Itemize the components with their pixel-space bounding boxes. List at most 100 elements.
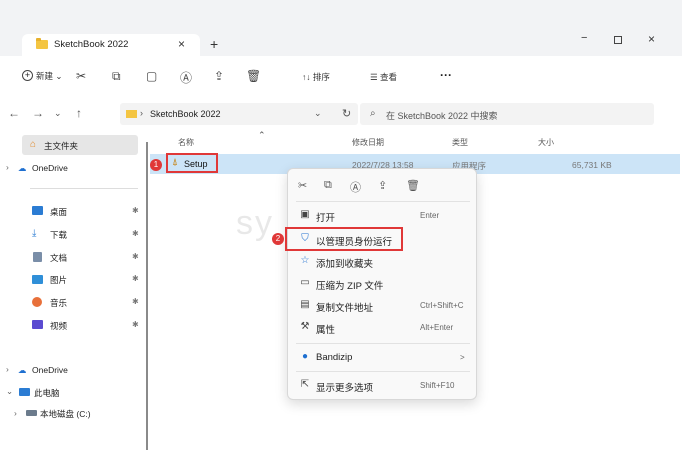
menu-item-show-more[interactable]: ⇱ 显示更多选项 Shift+F10 (288, 375, 478, 397)
menu-shortcut: Ctrl+Shift+C (420, 301, 464, 310)
tab-close-icon[interactable]: × (178, 37, 185, 51)
sidebar-item-local-disk[interactable]: 本地磁盘 (C:) (40, 408, 91, 420)
divider (30, 188, 138, 189)
sidebar-item-label: 图片 (50, 275, 68, 285)
menu-item-label: 压缩为 ZIP 文件 (316, 281, 384, 292)
rename-icon[interactable]: Ⓐ (350, 179, 361, 195)
menu-item-properties[interactable]: ⚒ 属性 Alt+Enter (288, 317, 478, 339)
pin-icon: ✱ (132, 206, 139, 215)
sidebar-item-onedrive[interactable]: OneDrive (32, 365, 68, 375)
menu-item-open[interactable]: ▣ 打开 Enter (288, 205, 478, 227)
share-icon[interactable]: ⇪ (214, 69, 224, 83)
paste-icon[interactable]: ▢ (146, 69, 157, 83)
picture-icon (32, 275, 43, 284)
pin-icon: ✱ (132, 297, 139, 306)
sidebar-item-this-pc[interactable]: 此电脑 (34, 387, 60, 399)
new-button[interactable]: 新建 ⌄ (36, 70, 63, 82)
column-header-name[interactable]: 名称 (178, 137, 194, 148)
expand-chevron-icon[interactable]: › (14, 408, 17, 418)
divider (296, 371, 470, 372)
pin-icon: ✱ (132, 229, 139, 238)
file-size: 65,731 KB (572, 160, 612, 170)
wrench-icon: ⚒ (300, 321, 310, 332)
copy-icon[interactable]: ⧉ (112, 69, 121, 84)
sidebar-item-label: 主文件夹 (44, 141, 79, 151)
home-icon: ⌂ (30, 139, 37, 150)
collapse-chevron-icon[interactable]: ⌄ (6, 386, 13, 397)
forward-icon[interactable]: → (32, 106, 44, 120)
refresh-icon[interactable]: ↻ (342, 107, 351, 120)
open-icon: ▣ (300, 209, 310, 220)
menu-item-label: 打开 (316, 213, 336, 224)
divider (296, 343, 470, 344)
pin-icon: ✱ (132, 274, 139, 283)
title-bar: SketchBook 2022 × + − × (0, 0, 682, 56)
folder-icon (126, 110, 137, 118)
back-icon[interactable]: ← (8, 106, 20, 120)
column-header-type[interactable]: 类型 (452, 137, 468, 148)
command-bar: + 新建 ⌄ ✂ ⧉ ▢ Ⓐ ⇪ 🗑 ↑↓ 排序 ☰ 查看 ··· (0, 56, 682, 100)
navigation-pane: ⌂ 主文件夹 › ☁ OneDrive 桌面 ✱ ⤓ 下载 ✱ 文档 ✱ 图片 … (0, 132, 148, 450)
more-options-button[interactable]: ··· (440, 68, 452, 82)
submenu-chevron-icon: > (460, 353, 465, 362)
address-bar[interactable]: › SketchBook 2022 ⌄ ↻ (120, 103, 358, 125)
maximize-button[interactable] (614, 36, 622, 44)
delete-icon[interactable]: 🗑 (246, 69, 261, 83)
pin-icon: ✱ (132, 320, 139, 329)
menu-shortcut: Alt+Enter (420, 323, 454, 332)
menu-item-compress-zip[interactable]: ▭ 压缩为 ZIP 文件 (288, 273, 478, 295)
sidebar-item-onedrive-top[interactable]: OneDrive (32, 163, 68, 173)
new-icon: + (22, 70, 33, 81)
delete-icon[interactable]: 🗑 (406, 179, 420, 192)
copy-icon[interactable]: ⧉ (324, 179, 332, 192)
sort-button[interactable]: ↑↓ 排序 (302, 71, 330, 83)
menu-shortcut: Enter (420, 211, 440, 220)
video-icon (32, 320, 43, 329)
zip-icon: ▭ (300, 277, 310, 288)
rename-icon[interactable]: Ⓐ (180, 69, 192, 86)
menu-item-label: Bandizip (316, 352, 353, 363)
highlight-box (166, 153, 218, 173)
search-placeholder: 在 SketchBook 2022 中搜索 (386, 111, 498, 121)
sidebar-item-label: 视频 (50, 321, 68, 331)
breadcrumb-chevron-icon: › (140, 108, 143, 118)
column-header-modified[interactable]: 修改日期 (352, 137, 384, 148)
search-box[interactable]: ⌕ 在 SketchBook 2022 中搜索 (360, 103, 654, 125)
close-window-button[interactable]: × (648, 32, 655, 46)
search-icon: ⌕ (370, 108, 376, 119)
share-icon[interactable]: ⇪ (378, 179, 387, 192)
up-icon[interactable]: ↑ (76, 106, 82, 120)
context-menu: ✂ ⧉ Ⓐ ⇪ 🗑 ▣ 打开 Enter ⛉ 以管理员身份运行 ☆ 添加到收藏夹… (287, 168, 477, 400)
desktop-icon (32, 206, 43, 215)
menu-shortcut: Shift+F10 (420, 381, 455, 390)
pane-splitter[interactable] (146, 142, 148, 450)
menu-item-label: 添加到收藏夹 (316, 259, 374, 270)
highlight-box (285, 227, 403, 251)
tab-sketchbook[interactable]: SketchBook 2022 × (22, 34, 200, 56)
view-button[interactable]: ☰ 查看 (370, 71, 397, 83)
expand-chevron-icon[interactable]: › (6, 162, 9, 172)
sidebar-item-home[interactable]: ⌂ 主文件夹 (22, 135, 138, 155)
sort-up-icon: ⌃ (258, 130, 266, 140)
breadcrumb-path[interactable]: SketchBook 2022 (150, 109, 221, 119)
cloud-icon: ☁ (18, 365, 27, 375)
menu-item-copy-path[interactable]: ▤ 复制文件地址 Ctrl+Shift+C (288, 295, 478, 317)
cut-icon[interactable]: ✂ (76, 69, 86, 83)
disk-icon (26, 410, 37, 416)
recent-chevron-icon[interactable]: ⌄ (54, 108, 62, 119)
new-tab-button[interactable]: + (210, 36, 218, 52)
pin-icon: ✱ (132, 252, 139, 261)
address-dropdown-icon[interactable]: ⌄ (314, 108, 322, 119)
menu-item-bandizip[interactable]: ● Bandizip > (288, 347, 478, 369)
expand-chevron-icon[interactable]: › (6, 364, 9, 374)
column-header-size[interactable]: 大小 (538, 137, 554, 148)
menu-item-add-favorites[interactable]: ☆ 添加到收藏夹 (288, 251, 478, 273)
sidebar-item-label: 文档 (50, 253, 68, 263)
step-badge-2: 2 (272, 233, 284, 245)
folder-icon (36, 38, 48, 49)
computer-icon (19, 388, 30, 396)
sidebar-item-label: 桌面 (50, 207, 68, 217)
minimize-button[interactable]: − (581, 32, 587, 44)
divider (296, 201, 470, 202)
cut-icon[interactable]: ✂ (298, 179, 307, 192)
